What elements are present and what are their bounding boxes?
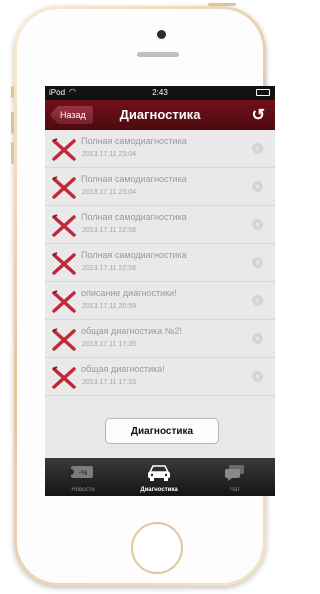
tab-diagnostics-label: Диагностика (140, 487, 178, 493)
chevron-right-icon[interactable]: › (252, 219, 263, 230)
diagnostic-title: описание диагностики! (81, 288, 177, 298)
error-cross-icon (51, 366, 77, 390)
diagnostic-row[interactable]: Полная самодиагностика 2013.17.11 22:58 › (45, 206, 275, 244)
earpiece-speaker (137, 52, 179, 57)
chevron-right-icon[interactable]: › (252, 295, 263, 306)
car-icon (121, 463, 197, 481)
discount-badge-text: -% (79, 470, 88, 477)
tab-news-label: Новости (71, 487, 95, 493)
chevron-right-icon[interactable]: › (252, 371, 263, 382)
diagnostic-row[interactable]: Полная самодиагностика 2013.17.11 23:04 › (45, 130, 275, 168)
tab-bar: -% Новости Диагностика Чат (45, 458, 275, 496)
mute-switch (11, 86, 14, 98)
diagnostic-date: 2013.17.11 17:33 (82, 379, 136, 386)
battery-icon (256, 89, 270, 96)
chevron-right-icon[interactable]: › (252, 143, 263, 154)
error-cross-icon (51, 138, 77, 162)
diagnostic-row[interactable]: Полная самодиагностика 2013.17.11 23:04 › (45, 168, 275, 206)
chevron-right-icon[interactable]: › (252, 181, 263, 192)
diagnostic-row[interactable]: описание диагностики! 2013.17.11 20:59 › (45, 282, 275, 320)
tab-chat[interactable]: Чат (197, 458, 273, 496)
front-camera (157, 30, 166, 39)
phone-screen: iPod ◠ 2:43 Назад Диагностика ↺ Полная с… (45, 86, 275, 496)
volume-down-button (11, 142, 14, 164)
error-cross-icon (51, 328, 77, 352)
tab-news[interactable]: -% Новости (45, 458, 121, 496)
power-button (208, 3, 236, 6)
status-bar: iPod ◠ 2:43 (45, 86, 275, 100)
navigation-bar: Назад Диагностика ↺ (45, 100, 275, 131)
diagnostics-list-area: Полная самодиагностика 2013.17.11 23:04 › П… (45, 130, 275, 458)
diagnostic-date: 2013.17.11 23:04 (82, 151, 136, 158)
diagnostic-row[interactable]: общая диагностика №2! 2013.17.11 17:35 › (45, 320, 275, 358)
chevron-right-icon[interactable]: › (252, 257, 263, 268)
diagnostic-row[interactable]: общая диагностика! 2013.17.11 17:33 › (45, 358, 275, 396)
page-title: Диагностика (119, 107, 201, 122)
diagnostic-title: Полная самодиагностика (81, 250, 187, 260)
diagnostic-date: 2013.17.11 17:35 (82, 341, 136, 348)
diagnostic-date: 2013.17.11 22:58 (82, 265, 136, 272)
diagnostic-row[interactable]: Полная самодиагностика 2013.17.11 22:58 › (45, 244, 275, 282)
volume-up-button (11, 112, 14, 134)
error-cross-icon (51, 214, 77, 238)
error-cross-icon (51, 252, 77, 276)
tab-chat-label: Чат (230, 487, 240, 493)
home-button[interactable] (131, 522, 183, 574)
error-cross-icon (51, 176, 77, 200)
chat-bubbles-icon (197, 463, 273, 481)
diagnostic-date: 2013.17.11 22:58 (82, 227, 136, 234)
diagnostic-date: 2013.17.11 20:59 (82, 303, 136, 310)
discount-tag-icon: -% (45, 463, 121, 481)
diagnostic-date: 2013.17.11 23:04 (82, 189, 136, 196)
error-cross-icon (51, 290, 77, 314)
diagnostic-title: Полная самодиагностика (81, 136, 187, 146)
run-diagnostics-button[interactable]: Диагностика (105, 418, 219, 444)
diagnostic-title: общая диагностика! (81, 364, 165, 374)
chevron-right-icon[interactable]: › (252, 333, 263, 344)
diagnostic-title: общая диагностика №2! (81, 326, 182, 336)
tab-diagnostics[interactable]: Диагностика (121, 458, 197, 496)
refresh-icon[interactable]: ↺ (252, 105, 265, 125)
status-time: 2:43 (152, 88, 168, 97)
diagnostic-title: Полная самодиагностика (81, 212, 187, 222)
diagnostics-list: Полная самодиагностика 2013.17.11 23:04 › П… (45, 130, 275, 396)
diagnostic-title: Полная самодиагностика (81, 174, 187, 184)
